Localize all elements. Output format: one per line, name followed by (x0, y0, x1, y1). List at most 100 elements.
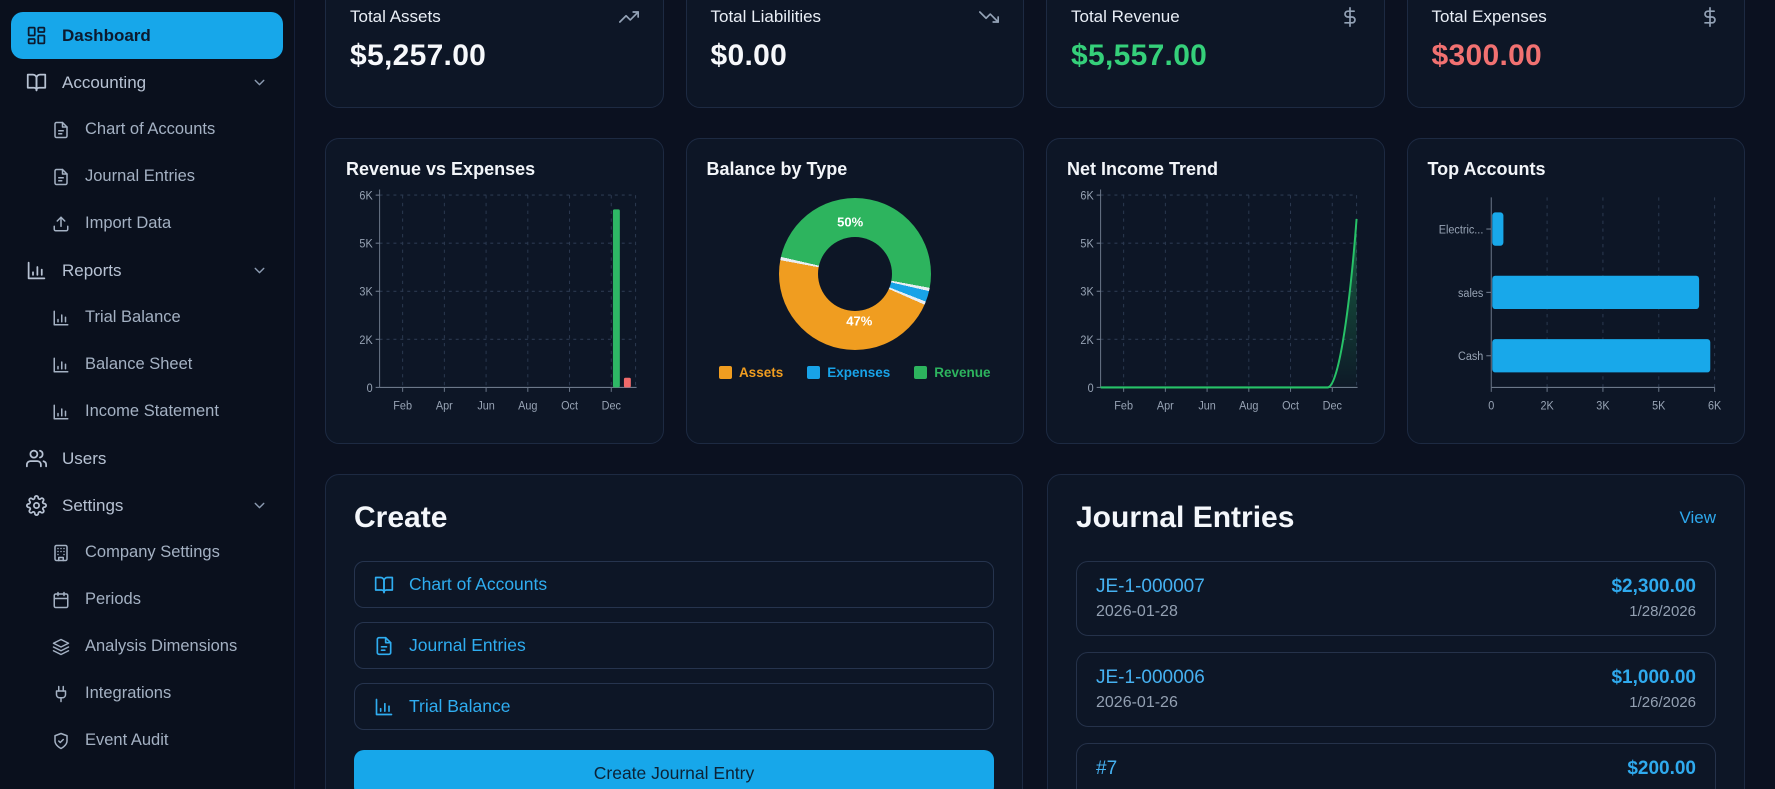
donut-chart: 50% 47% (778, 198, 931, 350)
view-link[interactable]: View (1679, 508, 1716, 528)
sidebar-item-label: Trial Balance (85, 308, 181, 326)
file-text-icon (52, 121, 70, 139)
svg-text:0: 0 (1088, 382, 1094, 395)
chart-title: Net Income Trend (1067, 159, 1219, 179)
sidebar-item-label: Import Data (85, 214, 172, 232)
sidebar-item-users[interactable]: Users (11, 435, 283, 482)
svg-text:5K: 5K (1652, 400, 1666, 413)
svg-text:3K: 3K (1080, 286, 1094, 299)
top-accounts-chart: 0 2K 3K 5K 6K Electric... sales Cash (1438, 197, 1721, 413)
svg-text:2K: 2K (1080, 334, 1094, 347)
create-journal-entry-button[interactable]: Create Journal Entry (354, 750, 994, 789)
sidebar: Dashboard Accounting Chart of Accounts J… (0, 0, 295, 789)
entry-amount: $1,000.00 (1611, 667, 1696, 688)
create-panel-title: Create (354, 501, 448, 534)
chart-card-net-income-trend: Net Income Trend 6K 5K 3K 2K 0 Feb Apr Jun Aug Oc… (1046, 138, 1385, 444)
svg-text:Oct: Oct (561, 400, 579, 413)
legend-item-revenue[interactable]: Revenue (914, 365, 991, 380)
sidebar-item-label: Integrations (85, 684, 172, 702)
sidebar-item-analysis-dimensions[interactable]: Analysis Dimensions (11, 623, 283, 670)
upload-icon (52, 215, 70, 233)
chart-card-balance-by-type: Balance by Type 50% 47% Assets Expenses … (685, 138, 1024, 444)
chevron-down-icon (251, 262, 268, 279)
file-text-icon (52, 168, 70, 186)
journal-entry-row[interactable]: JE-1-000007 $2,300.00 2026-01-28 1/28/20… (1076, 561, 1716, 636)
entry-id: JE-1-000006 (1096, 667, 1205, 688)
calendar-icon (52, 591, 70, 609)
dashboard-grid-icon (26, 25, 47, 46)
sidebar-item-income-statement[interactable]: Income Statement (11, 388, 283, 435)
svg-text:Dec: Dec (1323, 400, 1343, 413)
stat-label: Total Revenue (1071, 7, 1180, 26)
sidebar-item-label: Balance Sheet (85, 355, 193, 373)
sidebar-item-label: Accounting (62, 72, 147, 92)
legend-item-expenses[interactable]: Expenses (807, 365, 890, 380)
svg-text:Electric...: Electric... (1438, 224, 1483, 237)
sidebar-item-company-settings[interactable]: Company Settings (11, 529, 283, 576)
entry-id: JE-1-000007 (1096, 576, 1205, 597)
svg-text:3K: 3K (359, 286, 373, 299)
sidebar-item-event-audit[interactable]: Event Audit (11, 717, 283, 764)
sidebar-item-dashboard[interactable]: Dashboard (11, 12, 283, 59)
file-text-icon (374, 636, 394, 656)
dollar-icon (1340, 7, 1360, 27)
shield-check-icon (52, 732, 70, 750)
donut-hole (817, 237, 892, 311)
journal-entry-row[interactable]: JE-1-000006 $1,000.00 2026-01-26 1/26/20… (1076, 652, 1716, 727)
chart-card-revenue-vs-expenses: Revenue vs Expenses 6K 5K 3K 2K 0 Feb Apr Jun Au… (325, 138, 664, 444)
svg-text:Feb: Feb (393, 400, 412, 413)
svg-text:6K: 6K (1707, 400, 1721, 413)
bar-chart-icon (52, 403, 70, 421)
book-open-icon (374, 575, 394, 595)
stat-card-total-assets: Total Assets $5,257.00 (325, 0, 664, 108)
stat-label: Total Assets (350, 7, 441, 26)
balance-by-type-chart: 50% 47% Assets Expenses Revenue (707, 180, 1004, 433)
svg-text:Feb: Feb (1114, 400, 1133, 413)
sidebar-item-reports[interactable]: Reports (11, 247, 283, 294)
sidebar-item-chart-of-accounts[interactable]: Chart of Accounts (11, 106, 283, 153)
stat-cards-row: Total Assets $5,257.00 Total Liabilities… (325, 0, 1745, 108)
sidebar-item-journal-entries[interactable]: Journal Entries (11, 153, 283, 200)
svg-text:6K: 6K (359, 190, 373, 203)
sidebar-item-import-data[interactable]: Import Data (11, 200, 283, 247)
stat-value: $0.00 (710, 39, 788, 72)
entry-amount: $200.00 (1627, 758, 1696, 779)
svg-text:Aug: Aug (518, 400, 537, 413)
create-trial-balance-button[interactable]: Trial Balance (354, 683, 994, 730)
sidebar-item-label: Income Statement (85, 402, 219, 420)
create-chart-of-accounts-button[interactable]: Chart of Accounts (354, 561, 994, 608)
dollar-icon (1700, 7, 1720, 27)
bar-chart-icon (26, 260, 47, 281)
dashboard-main: Total Assets $5,257.00 Total Liabilities… (295, 0, 1775, 789)
stat-card-total-expenses: Total Expenses $300.00 (1406, 0, 1745, 108)
sidebar-item-trial-balance[interactable]: Trial Balance (11, 294, 283, 341)
legend-swatch (718, 366, 732, 379)
sidebar-item-label: Event Audit (85, 731, 169, 749)
svg-text:0: 0 (367, 382, 373, 395)
building-icon (52, 544, 70, 562)
svg-text:3K: 3K (1596, 400, 1610, 413)
sidebar-item-label: Periods (85, 590, 141, 608)
create-journal-entries-button[interactable]: Journal Entries (354, 622, 994, 669)
sidebar-item-label: Dashboard (62, 25, 151, 45)
sidebar-item-settings[interactable]: Settings (11, 482, 283, 529)
sidebar-item-periods[interactable]: Periods (11, 576, 283, 623)
donut-label-assets-pct: 47% (846, 313, 873, 329)
stat-value: $5,257.00 (350, 39, 487, 72)
sidebar-item-label: Journal Entries (85, 167, 196, 185)
sidebar-item-balance-sheet[interactable]: Balance Sheet (11, 341, 283, 388)
donut-label-revenue-pct: 50% (837, 214, 864, 230)
chart-title: Revenue vs Expenses (346, 159, 536, 179)
journal-panel-title: Journal Entries (1076, 501, 1295, 534)
entry-date: 2026-01-26 (1096, 694, 1178, 711)
sidebar-item-integrations[interactable]: Integrations (11, 670, 283, 717)
svg-text:sales: sales (1458, 287, 1484, 300)
stat-value: $300.00 (1431, 39, 1543, 72)
sidebar-item-accounting[interactable]: Accounting (11, 59, 283, 106)
trending-down-icon (979, 7, 999, 27)
stat-label: Total Expenses (1431, 7, 1547, 26)
bar-chart-icon (52, 356, 70, 374)
legend-item-assets[interactable]: Assets (718, 365, 783, 380)
journal-entry-row[interactable]: #7 $200.00 (1076, 743, 1716, 789)
entry-date: 2026-01-28 (1096, 603, 1178, 620)
